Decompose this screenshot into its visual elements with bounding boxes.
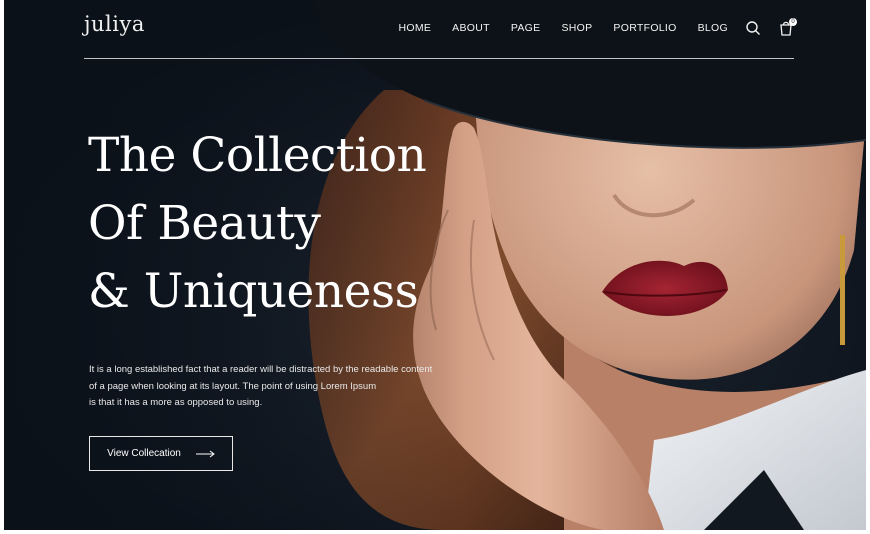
nav-blog[interactable]: BLOG bbox=[698, 22, 728, 34]
nav-page[interactable]: PAGE bbox=[511, 22, 541, 34]
site-logo[interactable]: juliya bbox=[84, 12, 145, 36]
nav-home[interactable]: HOME bbox=[398, 22, 431, 34]
view-collection-label: View Collecation bbox=[107, 448, 181, 459]
search-icon[interactable] bbox=[745, 20, 761, 36]
hero-banner: juliya HOME ABOUT PAGE SHOP PORTFOLIO BL… bbox=[4, 0, 866, 530]
hero-title: The Collection Of Beauty & Uniqueness bbox=[88, 122, 508, 326]
nav-portfolio[interactable]: PORTFOLIO bbox=[613, 22, 676, 34]
hero-title-line: Of Beauty bbox=[88, 196, 321, 251]
hero-description-line: It is a long established fact that a rea… bbox=[89, 364, 433, 375]
hero-title-line: & Uniqueness bbox=[88, 264, 419, 319]
hero-description-line: is that it has a more as opposed to usin… bbox=[89, 397, 263, 408]
shopping-bag-icon[interactable]: 0 bbox=[778, 18, 797, 36]
hero-description-line: of a page when looking at its layout. Th… bbox=[89, 380, 377, 392]
cart-count-badge: 0 bbox=[789, 18, 797, 26]
nav-shop[interactable]: SHOP bbox=[561, 22, 592, 34]
hero-title-line: The Collection bbox=[88, 128, 427, 183]
hero-description: It is a long established fact that a rea… bbox=[89, 362, 509, 412]
site-header: juliya HOME ABOUT PAGE SHOP PORTFOLIO BL… bbox=[84, 0, 797, 59]
view-collection-button[interactable]: View Collecation bbox=[89, 436, 233, 471]
nav-about[interactable]: ABOUT bbox=[452, 22, 490, 34]
main-nav: HOME ABOUT PAGE SHOP PORTFOLIO BLOG 0 bbox=[377, 18, 797, 38]
arrow-right-icon bbox=[195, 450, 215, 457]
